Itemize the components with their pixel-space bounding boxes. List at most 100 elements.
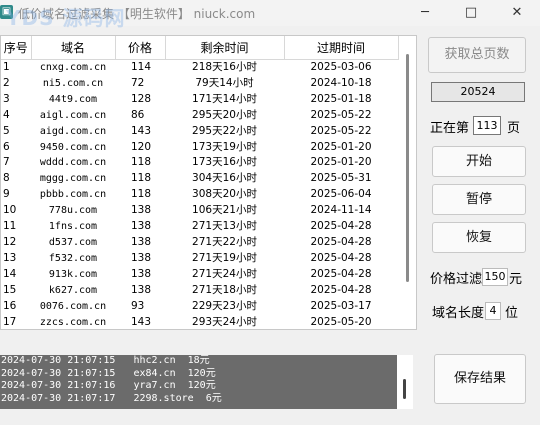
table-row[interactable]: 13 f532.com 138 271天19小时 2025-04-28 xyxy=(1,251,398,267)
log-line: 2024-07-30 21:07:15 hhc2.cn 18元 xyxy=(1,355,210,366)
header-remaining[interactable]: 剩余时间 xyxy=(165,36,285,60)
cell-price: 118 xyxy=(131,188,152,201)
cell-index: 10 xyxy=(3,204,17,217)
price-filter-label: 价格过滤 xyxy=(430,272,483,287)
header-domain[interactable]: 域名 xyxy=(31,36,116,60)
domain-length-label: 域名长度 xyxy=(432,306,485,321)
cell-price: 128 xyxy=(131,92,152,105)
cell-price: 138 xyxy=(131,204,152,217)
cell-price: 93 xyxy=(131,299,145,312)
total-pages-display: 20524 xyxy=(431,82,525,102)
cell-expiry: 2025-04-28 xyxy=(310,251,372,264)
minimize-button[interactable]: ─ xyxy=(402,0,448,26)
cell-remaining: 271天18小时 xyxy=(192,283,257,296)
resume-button[interactable]: 恢复 xyxy=(432,222,526,253)
table-row[interactable]: 9 pbbb.com.cn 118 308天20小时 2025-06-04 xyxy=(1,187,398,203)
table-row[interactable]: 11 1fns.com 138 271天13小时 2025-04-28 xyxy=(1,219,398,235)
cell-expiry: 2025-04-28 xyxy=(310,267,372,280)
table-row[interactable]: 15 k627.com 138 271天18小时 2025-04-28 xyxy=(1,283,398,299)
cell-remaining: 229天23小时 xyxy=(192,299,257,312)
cell-index: 4 xyxy=(3,108,10,121)
cell-domain: 913k.com xyxy=(48,268,98,280)
cell-expiry: 2025-06-04 xyxy=(310,188,372,201)
cell-remaining: 218天16小时 xyxy=(192,61,257,73)
cell-remaining: 295天20小时 xyxy=(192,108,257,121)
cell-domain: 9450.com.cn xyxy=(39,141,107,153)
cell-price: 138 xyxy=(131,220,152,233)
cell-remaining: 271天22小时 xyxy=(192,235,257,248)
table-row[interactable]: 4 aigl.com.cn 86 295天20小时 2025-05-22 xyxy=(1,108,398,124)
log-line: 2024-07-30 21:07:15 ex84.cn 120元 xyxy=(1,367,216,379)
get-total-pages-button[interactable]: 获取总页数 xyxy=(428,37,526,73)
cell-index: 2 xyxy=(3,76,10,89)
cell-index: 15 xyxy=(3,283,17,296)
table-row[interactable]: 10 778u.com 138 106天21小时 2024-11-14 xyxy=(1,203,398,219)
cell-domain: ni5.com.cn xyxy=(42,77,104,89)
cell-price: 143 xyxy=(131,124,152,137)
log-scrollbar[interactable] xyxy=(397,355,413,409)
cell-domain: aigl.com.cn xyxy=(39,109,107,121)
cell-index: 16 xyxy=(3,299,17,312)
cell-price: 138 xyxy=(131,283,152,296)
table-row[interactable]: 3 44t9.com 128 171天14小时 2025-01-18 xyxy=(1,92,398,108)
cell-index: 7 xyxy=(3,156,10,169)
maximize-button[interactable]: □ xyxy=(448,0,494,26)
cell-remaining: 79天14小时 xyxy=(195,76,254,89)
cell-price: 138 xyxy=(131,267,152,280)
table-row[interactable]: 1 cnxg.com.cn 114 218天16小时 2025-03-06 xyxy=(1,60,398,76)
table-body: 1 cnxg.com.cn 114 218天16小时 2025-03-06 2 ni5.co… xyxy=(1,60,398,330)
cell-remaining: 173天16小时 xyxy=(192,156,257,169)
header-index[interactable]: 序号 xyxy=(1,36,32,60)
cell-price: 118 xyxy=(131,156,152,169)
current-page-input[interactable]: 113 xyxy=(473,116,501,135)
cell-index: 17 xyxy=(3,315,17,328)
table-row[interactable]: 7 wddd.com.cn 118 173天16小时 2025-01-20 xyxy=(1,155,398,171)
cell-index: 9 xyxy=(3,188,10,201)
cell-index: 11 xyxy=(3,220,17,233)
cell-domain: f532.com xyxy=(48,252,98,264)
pause-button[interactable]: 暂停 xyxy=(432,184,526,215)
log-line: 2024-07-30 21:07:17 2298.store 6元 xyxy=(1,392,222,404)
domain-table-panel[interactable]: 序号 域名 价格 剩余时间 过期时间 1 cnxg.com.cn 114 218天16… xyxy=(0,35,417,330)
cell-index: 8 xyxy=(3,172,10,185)
cell-domain: mggg.com.cn xyxy=(39,173,107,185)
table-row[interactable]: 6 9450.com.cn 120 173天19小时 2025-01-20 xyxy=(1,140,398,156)
cell-expiry: 2025-04-28 xyxy=(310,283,372,296)
header-price[interactable]: 价格 xyxy=(115,36,166,60)
table-scrollbar[interactable] xyxy=(400,36,416,329)
table-row[interactable]: 17 zzcs.com.cn 143 293天24小时 2025-05-20 xyxy=(1,315,398,330)
close-button[interactable]: ✕ xyxy=(494,0,540,26)
domain-length-unit: 位 xyxy=(505,306,519,321)
table-row[interactable]: 14 913k.com 138 271天24小时 2025-04-28 xyxy=(1,267,398,283)
price-filter-input[interactable]: 150 xyxy=(482,268,508,286)
cell-domain: 44t9.com xyxy=(48,93,98,105)
cell-index: 3 xyxy=(3,92,10,105)
cell-remaining: 271天24小时 xyxy=(192,267,257,280)
domain-length-input[interactable]: 4 xyxy=(485,302,501,320)
cell-index: 6 xyxy=(3,140,10,153)
start-button[interactable]: 开始 xyxy=(432,146,526,177)
table-row[interactable]: 5 aigd.com.cn 143 295天22小时 2025-05-22 xyxy=(1,124,398,140)
cell-price: 138 xyxy=(131,235,152,248)
cell-expiry: 2025-01-18 xyxy=(310,92,372,105)
cell-remaining: 308天20小时 xyxy=(192,188,257,201)
save-results-button[interactable]: 保存结果 xyxy=(434,354,526,404)
table-row[interactable]: 2 ni5.com.cn 72 79天14小时 2024-10-18 xyxy=(1,76,398,92)
cell-expiry: 2024-11-14 xyxy=(310,204,372,217)
table-scrollbar-thumb[interactable] xyxy=(406,54,409,282)
cell-index: 5 xyxy=(3,124,10,137)
cell-domain: zzcs.com.cn xyxy=(39,316,107,328)
cell-price: 120 xyxy=(131,140,152,153)
cell-price: 118 xyxy=(131,172,152,185)
header-expiry[interactable]: 过期时间 xyxy=(284,36,399,60)
cell-remaining: 271天13小时 xyxy=(192,220,257,233)
log-scrollbar-thumb[interactable] xyxy=(403,379,406,399)
cell-index: 13 xyxy=(3,251,17,264)
table-row[interactable]: 16 0076.com.cn 93 229天23小时 2025-03-17 xyxy=(1,299,398,315)
cell-price: 138 xyxy=(131,251,152,264)
table-row[interactable]: 8 mggg.com.cn 118 304天16小时 2025-05-31 xyxy=(1,171,398,187)
cell-remaining: 173天19小时 xyxy=(192,140,257,153)
cell-expiry: 2025-04-28 xyxy=(310,220,372,233)
cell-expiry: 2025-03-17 xyxy=(310,299,372,312)
table-row[interactable]: 12 d537.com 138 271天22小时 2025-04-28 xyxy=(1,235,398,251)
